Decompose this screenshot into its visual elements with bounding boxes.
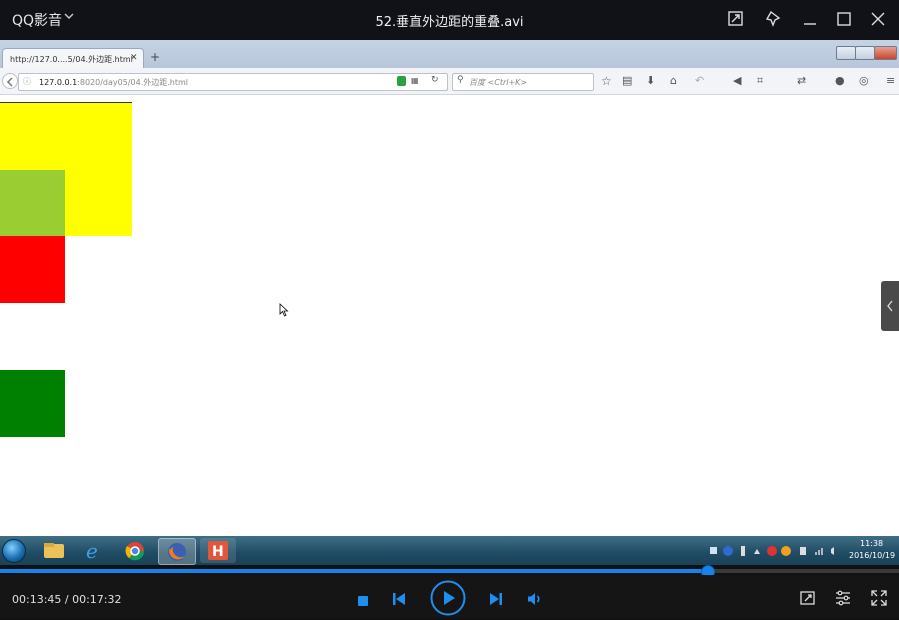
ie-icon[interactable]: e	[76, 538, 112, 563]
reload-icon[interactable]: ↻	[431, 75, 439, 85]
speaker-icon[interactable]: ◀	[733, 74, 747, 88]
tab-label: http://127.0....5/04.外边距.html	[10, 55, 133, 64]
yellowgreen-box	[0, 170, 65, 236]
url-bar[interactable]: ⓘ 127.0.0.1:8020/day05/04.外边距.html ▦ ↻	[18, 73, 448, 91]
tab-close-icon[interactable]: ✕	[130, 53, 138, 63]
url-text: 127.0.0.1:8020/day05/04.外边距.html	[39, 77, 188, 88]
hbuilder-icon[interactable]: H	[200, 538, 236, 563]
player-controls: 00:13:45 / 00:17:32	[0, 575, 899, 619]
url-host: 127.0.0.1	[39, 78, 78, 87]
navigation-bar: ⓘ 127.0.0.1:8020/day05/04.外边距.html ▦ ↻ ⚲…	[0, 68, 899, 95]
info-icon[interactable]: ⓘ	[23, 76, 31, 87]
clipboard-icon[interactable]: ▤	[622, 74, 636, 88]
web-page-content	[0, 95, 899, 536]
home-icon[interactable]: ⌂	[670, 74, 684, 88]
start-button[interactable]	[2, 539, 26, 563]
download-icon[interactable]: ⬇	[646, 74, 660, 88]
browser-window-controls	[836, 46, 897, 60]
back-button[interactable]	[2, 73, 18, 89]
settings-icon[interactable]	[835, 590, 851, 610]
side-panel-handle[interactable]	[881, 281, 899, 331]
menu-icon[interactable]: ≡	[886, 74, 899, 88]
browser-close-button[interactable]	[874, 46, 897, 60]
browser-tab[interactable]: http://127.0....5/04.外边距.html ✕	[2, 48, 144, 69]
chrome-icon[interactable]	[117, 538, 153, 563]
next-icon[interactable]	[489, 591, 503, 610]
firefox-icon[interactable]	[158, 538, 196, 565]
close-icon[interactable]	[869, 10, 889, 30]
undo-icon[interactable]: ↶	[695, 74, 709, 88]
clock-date[interactable]: 2016/10/19	[849, 551, 895, 560]
extension-icon[interactable]: ◎	[859, 74, 873, 88]
browser-restore-button[interactable]	[855, 46, 875, 60]
previous-icon[interactable]	[392, 591, 406, 610]
play-icon[interactable]	[430, 580, 466, 620]
svg-text:e: e	[86, 539, 98, 563]
player-title-bar: QQ影音 52.垂直外边距的重叠.avi	[0, 0, 899, 40]
new-tab-button[interactable]: +	[150, 50, 160, 64]
search-icon: ⚲	[457, 75, 464, 85]
windows-taskbar: e H 11:38 2016/10/19	[0, 536, 899, 565]
minimize-icon[interactable]	[801, 10, 821, 30]
shield-icon[interactable]	[397, 76, 406, 86]
explorer-icon[interactable]	[36, 538, 72, 563]
search-input[interactable]: ⚲ 百度 <Ctrl+K>	[452, 73, 594, 91]
fullscreen-icon[interactable]	[871, 590, 887, 610]
bookmark-star-icon[interactable]: ☆	[601, 74, 615, 88]
system-tray	[708, 543, 838, 557]
search-placeholder: 百度 <Ctrl+K>	[469, 78, 528, 87]
mouse-cursor-icon	[279, 302, 289, 321]
green-box	[0, 370, 65, 437]
svg-text:H: H	[212, 544, 224, 560]
seek-bar-played	[0, 569, 707, 573]
url-path: :8020/day05/04.外边距.html	[77, 78, 188, 87]
crop-icon[interactable]: ⌗	[757, 74, 771, 88]
pin-icon[interactable]	[765, 10, 785, 30]
clock-time[interactable]: 11:38	[860, 539, 883, 548]
volume-icon[interactable]	[527, 591, 543, 610]
red-box	[0, 236, 65, 303]
qr-code-icon[interactable]: ▦	[411, 76, 419, 85]
playback-time: 00:13:45 / 00:17:32	[12, 593, 122, 606]
addon-icon[interactable]: ⇄	[797, 74, 811, 88]
browser-minimize-button[interactable]	[836, 46, 856, 60]
tab-bar: http://127.0....5/04.外边距.html ✕ +	[0, 40, 899, 69]
maximize-icon[interactable]	[835, 10, 855, 30]
mini-mode-icon[interactable]	[727, 10, 747, 30]
stop-icon[interactable]	[357, 592, 369, 611]
chat-icon[interactable]: ●	[835, 74, 849, 88]
browser-window: http://127.0....5/04.外边距.html ✕ + ⓘ 127.…	[0, 40, 899, 536]
screenshot-icon[interactable]	[800, 590, 816, 610]
